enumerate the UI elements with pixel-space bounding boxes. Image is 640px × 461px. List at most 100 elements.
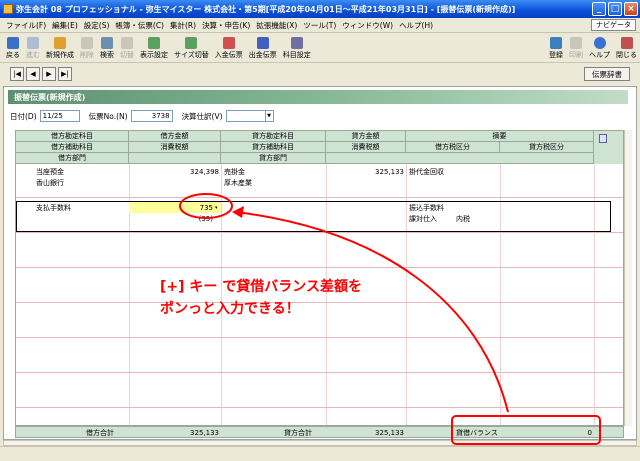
debit-total-label: 借方合計 — [86, 429, 114, 437]
close-label: 閉じる — [616, 51, 637, 59]
minimize-button[interactable]: _ — [592, 2, 606, 16]
maximize-button[interactable]: □ — [608, 2, 622, 16]
col-debit-amount: 借方金額 — [129, 131, 221, 142]
new-label: 新規作成 — [46, 51, 74, 59]
annotation-line-2: ポンっと入力できる！ — [160, 301, 300, 317]
memo[interactable]: 振込手数料 — [409, 203, 444, 213]
delete-label: 削除 — [80, 51, 94, 59]
status-bar — [0, 446, 640, 461]
switch-icon — [121, 37, 133, 49]
back-button[interactable]: 戻る — [3, 37, 23, 62]
debit-sub[interactable]: 香山銀行 — [36, 178, 64, 188]
debit-amount[interactable]: 735 — [129, 203, 213, 213]
slip-no-label: 伝票No.(N) — [88, 111, 128, 121]
debit-tax: (35) — [198, 215, 213, 223]
col-credit-account: 貸方勘定科目 — [221, 131, 326, 142]
delete-icon — [81, 37, 93, 49]
record-navigator: |◀ ◀ ▶ ▶| — [0, 64, 640, 84]
amount-spin-icon[interactable]: ▾ — [215, 203, 218, 213]
receipt-slip-icon — [222, 37, 235, 49]
col-memo: 摘要 — [406, 131, 594, 142]
register-icon — [550, 37, 562, 49]
settlement-label: 決算仕訳(V) — [181, 111, 223, 121]
credit-amount[interactable]: 325,133 — [326, 167, 404, 177]
menu-edit[interactable]: 編集(E) — [49, 20, 81, 31]
memo[interactable]: 掛代金回収 — [409, 167, 444, 177]
col-credit-amount: 貸方金額 — [326, 131, 406, 142]
credit-sub[interactable]: 厚木産業 — [224, 178, 252, 188]
debit-total: 325,133 — [190, 429, 219, 437]
totals-footer: 借方合計 325,133 貸方合計 325,133 貸借バランス 0 — [15, 426, 624, 438]
memo-icon[interactable] — [599, 134, 607, 143]
slip-no-input[interactable] — [130, 110, 173, 122]
switch-button[interactable]: 切替 — [117, 37, 137, 62]
new-button[interactable]: 新規作成 — [43, 37, 77, 62]
date-label: 日付(D) — [10, 111, 37, 121]
delete-button[interactable]: 削除 — [77, 37, 97, 62]
col-debit-dept: 借方部門 — [16, 153, 129, 164]
search-button[interactable]: 検索 — [97, 37, 117, 62]
debit-amount[interactable]: 324,398 — [129, 167, 219, 177]
annotation-line-1: [+] キー で貸借バランス差額を — [160, 279, 362, 295]
slip-dictionary-button[interactable]: 伝票辞書 — [584, 67, 630, 81]
forward-button[interactable]: 進む — [23, 37, 43, 62]
col-credit-sub: 貸方補助科目 — [221, 142, 326, 153]
menu-tools[interactable]: ツール(T) — [300, 20, 339, 31]
balance-label: 貸借バランス — [456, 429, 498, 437]
receipt-slip-button[interactable]: 入金伝票 — [212, 37, 246, 62]
prev-record-button[interactable]: ◀ — [26, 67, 40, 81]
row-separator — [16, 197, 623, 198]
size-switch-icon — [185, 37, 198, 49]
navigator-label: ナビゲータ — [596, 21, 631, 29]
register-button[interactable]: 登録 — [546, 37, 566, 62]
debit-tax-type[interactable]: 課対仕入 — [409, 214, 437, 224]
debit-account[interactable]: 支払手数料 — [36, 203, 71, 213]
last-record-button[interactable]: ▶| — [58, 67, 72, 81]
menu-file[interactable]: ファイル(F) — [3, 20, 49, 31]
row-separator — [16, 267, 623, 268]
close-window-button[interactable]: × — [624, 2, 638, 16]
vertical-scrollbar[interactable] — [624, 130, 632, 426]
menu-help[interactable]: ヘルプ(H) — [396, 20, 436, 31]
display-settings-label: 表示設定 — [140, 51, 168, 59]
date-input[interactable] — [39, 110, 80, 122]
credit-account[interactable]: 売掛金 — [224, 167, 245, 177]
navigator-toggle[interactable]: ナビゲータ — [591, 19, 636, 31]
row-separator — [16, 372, 623, 373]
app-icon — [3, 4, 13, 14]
search-label: 検索 — [100, 51, 114, 59]
menu-settlement[interactable]: 決算・申告(K) — [199, 20, 253, 31]
col-debit-sub: 借方補助科目 — [16, 142, 129, 153]
close-button[interactable]: 閉じる — [613, 37, 640, 62]
payment-slip-button[interactable]: 出金伝票 — [246, 37, 280, 62]
menu-window[interactable]: ウィンドウ(W) — [339, 20, 396, 31]
window-title: 弥生会計 08 プロフェッショナル - 弥生マイスター 株式会社・第5期[平成2… — [16, 4, 516, 14]
debit-tax-mode[interactable]: 内税 — [456, 214, 470, 224]
account-settings-button[interactable]: 科目設定 — [280, 37, 314, 62]
menu-books[interactable]: 帳簿・伝票(C) — [112, 20, 167, 31]
col-credit-tax-type: 貸方税区分 — [500, 142, 594, 153]
size-switch-button[interactable]: サイズ切替 — [171, 37, 212, 62]
menu-totals[interactable]: 集計(R) — [167, 20, 199, 31]
col-credit-tax: 消費税額 — [326, 142, 406, 153]
next-record-button[interactable]: ▶ — [42, 67, 56, 81]
first-record-button[interactable]: |◀ — [10, 67, 24, 81]
col-debit-tax-type: 借方税区分 — [406, 142, 500, 153]
print-button[interactable]: 印刷 — [566, 37, 586, 62]
menu-settings[interactable]: 設定(S) — [81, 20, 113, 31]
new-doc-icon — [54, 37, 66, 49]
register-label: 登録 — [549, 51, 563, 59]
print-icon — [570, 37, 582, 49]
payment-slip-label: 出金伝票 — [248, 51, 277, 59]
settlement-select[interactable]: ▼ — [225, 110, 274, 122]
col-credit-dept: 貸方部門 — [221, 153, 326, 164]
close-icon — [620, 37, 633, 49]
toolbar: 戻る 進む 新規作成 削除 検索 切替 表示設定 サイズ切替 入金伝票 出金伝票… — [0, 33, 640, 63]
menu-extensions[interactable]: 拡張機能(X) — [253, 20, 300, 31]
display-settings-button[interactable]: 表示設定 — [137, 37, 171, 62]
back-label: 戻る — [6, 51, 20, 59]
debit-account[interactable]: 当座預金 — [36, 167, 64, 177]
forward-label: 進む — [26, 51, 40, 59]
help-button[interactable]: ヘルプ — [586, 37, 613, 62]
help-icon — [593, 37, 606, 49]
